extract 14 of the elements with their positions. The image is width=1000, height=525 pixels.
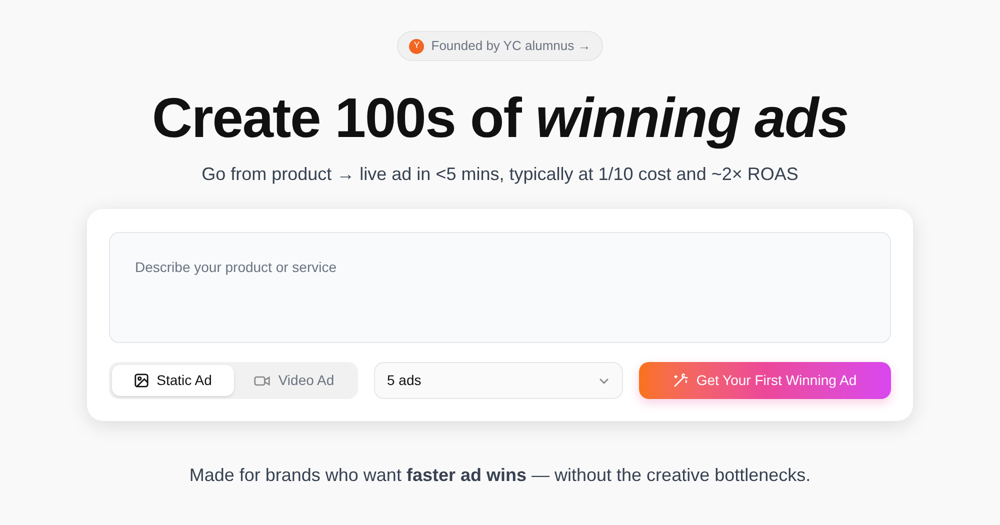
image-icon <box>134 373 149 388</box>
badge-label: Founded by YC alumnus → <box>431 37 591 56</box>
video-camera-icon <box>254 374 270 388</box>
ad-type-tab[interactable]: Video Ad <box>234 365 355 396</box>
tagline: Made for brands who want faster ad wins — without the creative bottlenecks. <box>189 464 811 487</box>
y-logo: Y <box>409 38 424 54</box>
magic-wand-icon <box>673 373 688 388</box>
submit-button[interactable]: Get Your First Winning Ad <box>639 362 891 399</box>
description-field[interactable]: Describe your product or service <box>109 232 891 343</box>
subtitle: Go from product → live ad in <5 mins, typically at 1/10 cost and ~2× ROAS <box>202 163 798 186</box>
headline: Create 100s of winning ads <box>152 86 848 150</box>
ad-type-tab[interactable]: Static Ad <box>112 365 234 396</box>
ad-count-select[interactable]: 5 ads <box>374 362 623 399</box>
founder-badge[interactable]: Y Founded by YC alumnus → <box>397 31 603 61</box>
